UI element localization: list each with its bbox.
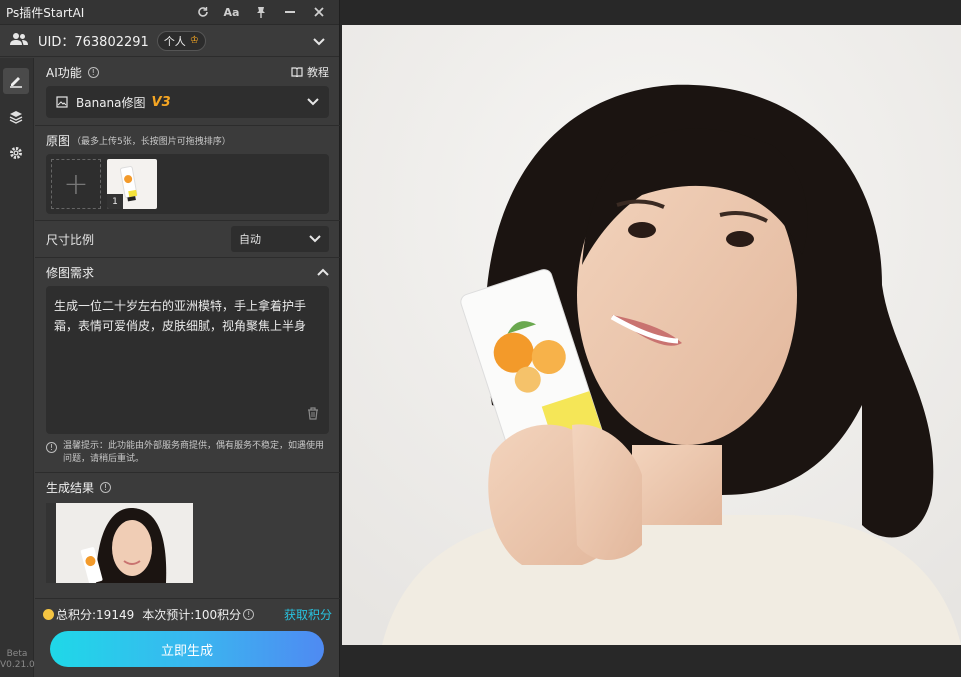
settings-icon	[10, 147, 22, 159]
version-label: Beta V0.21.0	[0, 649, 35, 671]
model-name: Banana修图	[76, 95, 146, 110]
minimize-icon[interactable]	[275, 0, 304, 25]
version-line-2: V0.21.0	[0, 660, 35, 670]
user-id: UID：763802291	[38, 35, 149, 50]
window-title: Ps插件StartAI	[6, 5, 85, 20]
font-size-icon[interactable]: Aa	[217, 0, 246, 25]
result-section: 生成结果 !	[35, 473, 340, 583]
book-icon	[291, 67, 303, 77]
ratio-value: 自动	[239, 233, 261, 246]
service-tip: ! 温馨提示：此功能由外部服务商提供，偶有服务不稳定，如遇使用问题，请稍后重试。	[46, 434, 329, 472]
result-label: 生成结果	[46, 480, 95, 495]
title-bar: Ps插件StartAI Aa	[0, 0, 339, 25]
edit-icon	[10, 77, 22, 88]
panel-content: AI功能 ! 教程 Banana修图 V3 原图 （最多上传5张，长按图片可拖拽…	[35, 58, 340, 598]
info-icon: !	[46, 442, 57, 453]
info-icon[interactable]: !	[100, 481, 112, 493]
ratio-select[interactable]: 自动	[231, 226, 329, 252]
crown-icon: ♔	[189, 35, 199, 46]
prompt-section: 修图需求 生成一位二十岁左右的亚洲模特，手上拿着护手霜，表情可爱俏皮，皮肤细腻，…	[35, 258, 340, 473]
tutorial-link[interactable]: 教程	[291, 64, 329, 80]
add-image-button[interactable]: +	[51, 159, 101, 209]
model-version-badge: V3	[151, 94, 171, 110]
estimated-points: 本次预计:100积分	[142, 607, 242, 622]
plugin-panel: Ps插件StartAI Aa UID：763802291 个人 ♔ Beta V…	[0, 0, 340, 677]
image-icon	[56, 96, 68, 108]
info-icon[interactable]: !	[243, 608, 255, 620]
pin-icon[interactable]	[246, 0, 275, 25]
ratio-section: 尺寸比例 自动	[35, 221, 340, 258]
model-select[interactable]: Banana修图 V3	[46, 86, 329, 118]
prompt-textarea[interactable]: 生成一位二十岁左右的亚洲模特，手上拿着护手霜，表情可爱俏皮，皮肤细腻，视角聚焦上…	[46, 286, 329, 434]
close-icon[interactable]	[304, 0, 333, 25]
chevron-up-icon[interactable]	[317, 265, 329, 279]
prompt-label: 修图需求	[46, 265, 95, 280]
ratio-label: 尺寸比例	[46, 232, 95, 247]
coin-icon	[43, 608, 54, 620]
tip-text: 温馨提示：此功能由外部服务商提供，偶有服务不稳定，如遇使用问题，请稍后重试。	[63, 441, 325, 464]
version-line-1: Beta	[6, 649, 28, 659]
ai-function-label: AI功能	[46, 65, 82, 80]
tutorial-label: 教程	[307, 66, 329, 79]
info-icon[interactable]: !	[87, 66, 99, 78]
thumbnail-index: 1	[107, 194, 123, 209]
prompt-text: 生成一位二十岁左右的亚洲模特，手上拿着护手霜，表情可爱俏皮，皮肤细腻，视角聚焦上…	[54, 299, 307, 333]
upload-note: （最多上传5张，长按图片可拖拽排序）	[72, 136, 231, 147]
rail-settings-button[interactable]	[3, 140, 29, 166]
rail-layers-button[interactable]	[3, 104, 29, 130]
account-type-badge: 个人 ♔	[156, 30, 206, 51]
result-thumbnail[interactable]	[46, 503, 193, 583]
document-canvas[interactable]	[340, 0, 961, 677]
canvas-image	[342, 25, 961, 645]
rail-edit-button[interactable]	[3, 68, 29, 94]
trash-icon[interactable]	[307, 406, 319, 426]
ai-function-section: AI功能 ! 教程 Banana修图 V3	[35, 58, 340, 126]
user-bar[interactable]: UID：763802291 个人 ♔	[0, 25, 339, 57]
bottom-bar: 总积分:19149 本次预计:100积分 ! 获取积分 立即生成	[35, 598, 340, 677]
original-image-label: 原图	[46, 133, 71, 148]
original-image-section: 原图 （最多上传5张，长按图片可拖拽排序） + 1	[35, 126, 340, 221]
users-icon	[10, 31, 28, 50]
layers-icon	[9, 111, 23, 124]
chevron-down-icon	[307, 95, 319, 109]
total-points: 总积分:19149	[56, 607, 135, 622]
generate-button[interactable]: 立即生成	[50, 631, 324, 667]
side-rail: Beta V0.21.0	[0, 58, 35, 677]
account-type-label: 个人	[163, 34, 186, 48]
chevron-down-icon	[309, 233, 321, 246]
chevron-down-icon[interactable]	[313, 31, 325, 50]
upload-area: + 1	[46, 154, 329, 214]
get-points-link[interactable]: 获取积分	[284, 606, 332, 623]
image-thumbnail[interactable]: 1	[107, 159, 157, 209]
refresh-icon[interactable]	[188, 0, 217, 25]
